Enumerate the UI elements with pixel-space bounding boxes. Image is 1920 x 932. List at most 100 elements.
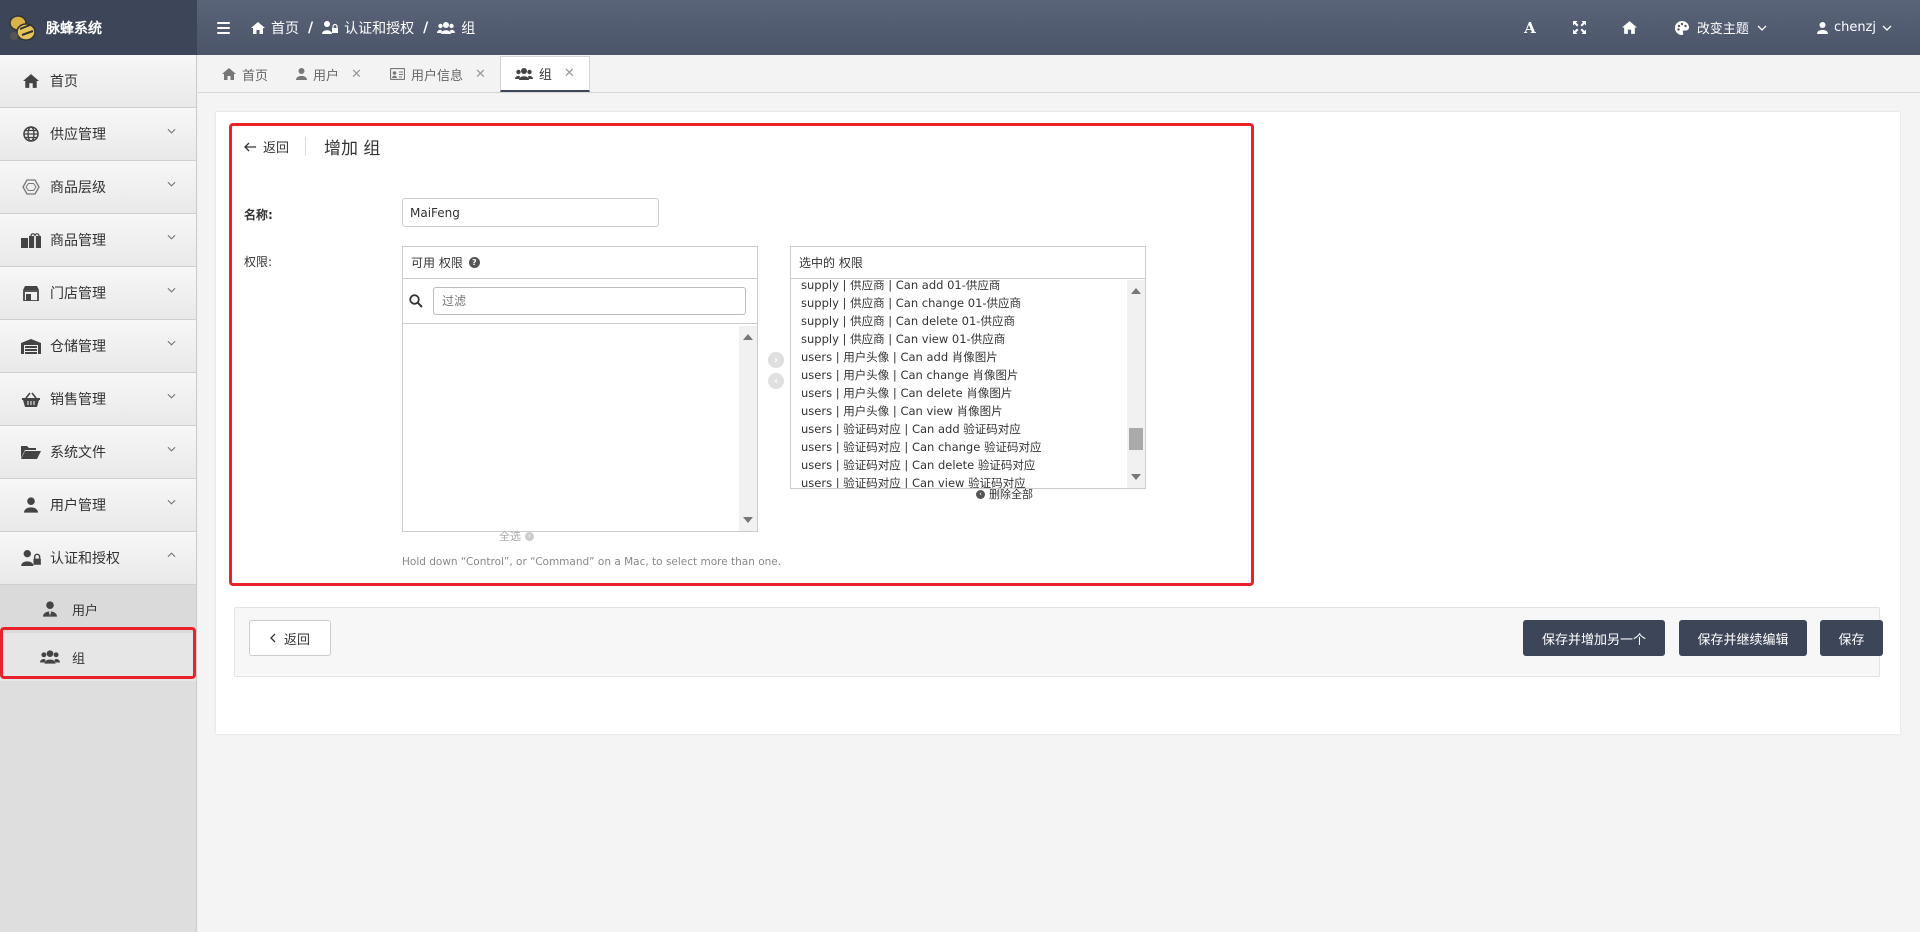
sidebar-item-product-level[interactable]: 商品层级 bbox=[0, 161, 196, 214]
chevron-down-icon bbox=[167, 181, 176, 187]
breadcrumb-group: 组 bbox=[437, 18, 475, 38]
form-actions: 返回 保存并增加另一个 保存并继续编辑 保存 bbox=[234, 607, 1883, 677]
list-item[interactable]: users | 验证码对应 | Can change 验证码对应 bbox=[801, 438, 1127, 456]
bee-logo bbox=[9, 14, 36, 41]
remove-all-link[interactable]: ‹ 删除全部 bbox=[976, 486, 1033, 502]
list-item[interactable]: supply | 供应商 | Can view 01-供应商 bbox=[801, 330, 1127, 348]
chevron-down-icon bbox=[1757, 25, 1767, 31]
tab-groups[interactable]: 组 ✕ bbox=[499, 56, 590, 92]
user-icon bbox=[1816, 21, 1828, 34]
save-and-add-button[interactable]: 保存并增加另一个 bbox=[1523, 620, 1665, 656]
list-item[interactable]: users | 验证码对应 | Can view 验证码对应 bbox=[801, 474, 1127, 488]
list-item[interactable]: supply | 供应商 | Can delete 01-供应商 bbox=[801, 312, 1127, 330]
gifts-icon bbox=[20, 232, 42, 248]
tab-home[interactable]: 首页 bbox=[208, 56, 282, 92]
chevron-up-icon bbox=[167, 552, 176, 558]
name-input[interactable] bbox=[402, 198, 659, 227]
chosen-scrollbar[interactable] bbox=[1127, 280, 1145, 488]
available-permissions-box: 可用 权限 ? bbox=[402, 246, 758, 532]
breadcrumb-home[interactable]: 首页 bbox=[251, 18, 299, 38]
close-icon[interactable]: ✕ bbox=[475, 67, 486, 82]
fullscreen-icon[interactable] bbox=[1555, 21, 1605, 34]
help-icon[interactable]: ? bbox=[468, 257, 480, 268]
brand-name: 脉蜂系统 bbox=[46, 20, 102, 37]
chevron-down-icon bbox=[167, 128, 176, 134]
available-permissions-list[interactable] bbox=[403, 326, 739, 531]
filter-row bbox=[403, 279, 757, 324]
search-icon bbox=[409, 294, 423, 308]
list-item[interactable]: users | 用户头像 | Can view 肖像图片 bbox=[801, 402, 1127, 420]
close-icon[interactable]: ✕ bbox=[351, 67, 362, 82]
tab-user-info[interactable]: 用户信息 ✕ bbox=[376, 56, 500, 92]
home-shortcut-icon[interactable] bbox=[1605, 21, 1655, 34]
list-item[interactable]: supply | 供应商 | Can change 01-供应商 bbox=[801, 294, 1127, 312]
users-icon bbox=[40, 650, 60, 664]
sidebar-item-user-management[interactable]: 用户管理 bbox=[0, 479, 196, 532]
page-title: 增加 组 bbox=[324, 139, 381, 159]
chevron-down-icon bbox=[167, 446, 176, 452]
header: 首页 / 认证和授权 / 组 A 改变主题 chenzj bbox=[197, 0, 1920, 55]
chevron-down-icon bbox=[167, 499, 176, 505]
chevron-left-icon bbox=[270, 633, 276, 643]
save-and-continue-button[interactable]: 保存并继续编辑 bbox=[1679, 620, 1807, 656]
tab-users[interactable]: 用户 ✕ bbox=[282, 56, 376, 92]
circle-arrow-right-icon: › bbox=[525, 531, 534, 541]
chevron-down-icon bbox=[167, 287, 176, 293]
users-icon bbox=[437, 21, 456, 34]
back-link[interactable]: 返回 bbox=[244, 137, 307, 156]
arrow-left-icon bbox=[244, 142, 256, 151]
available-permissions-header: 可用 权限 ? bbox=[403, 247, 757, 279]
theme-switcher[interactable]: 改变主题 bbox=[1674, 18, 1767, 37]
store-icon bbox=[20, 285, 42, 301]
choose-all-link[interactable]: 全选 › bbox=[499, 528, 534, 544]
sidebar-item-auth[interactable]: 认证和授权 bbox=[0, 532, 196, 585]
list-item[interactable]: users | 用户头像 | Can change 肖像图片 bbox=[801, 366, 1127, 384]
available-scrollbar[interactable] bbox=[739, 326, 757, 531]
sidebar-item-system-files[interactable]: 系统文件 bbox=[0, 426, 196, 479]
list-item[interactable]: users | 验证码对应 | Can add 验证码对应 bbox=[801, 420, 1127, 438]
remove-arrow-icon[interactable]: ‹ bbox=[768, 373, 784, 389]
palette-icon bbox=[1674, 20, 1689, 35]
menu-toggle-icon[interactable] bbox=[217, 21, 237, 34]
home-icon bbox=[20, 74, 42, 88]
sidebar-subitem-users[interactable]: 用户 bbox=[0, 585, 196, 633]
user-icon bbox=[296, 68, 308, 80]
users-icon bbox=[514, 67, 533, 80]
chevron-down-icon bbox=[167, 234, 176, 240]
form-header: 返回 增加 组 bbox=[244, 134, 380, 159]
sidebar-item-store[interactable]: 门店管理 bbox=[0, 267, 196, 320]
list-item[interactable]: users | 用户头像 | Can add 肖像图片 bbox=[801, 348, 1127, 366]
sidebar-item-supply[interactable]: 供应管理 bbox=[0, 108, 196, 161]
user-tie-icon bbox=[40, 601, 60, 617]
back-button[interactable]: 返回 bbox=[249, 620, 331, 656]
list-item[interactable]: users | 验证码对应 | Can delete 验证码对应 bbox=[801, 456, 1127, 474]
tab-bar: 首页 用户 ✕ 用户信息 ✕ 组 ✕ bbox=[198, 55, 1920, 93]
sidebar: 首页 供应管理 商品层级 商品管理 门店管理 仓储管理 销售管理 系统文件 用户… bbox=[0, 55, 197, 932]
warehouse-icon bbox=[20, 338, 42, 354]
sidebar-item-product[interactable]: 商品管理 bbox=[0, 214, 196, 267]
save-button[interactable]: 保存 bbox=[1820, 620, 1883, 656]
list-item[interactable]: supply | 供应商 | Can add 01-供应商 bbox=[801, 280, 1127, 294]
sidebar-item-sales[interactable]: 销售管理 bbox=[0, 373, 196, 426]
chosen-permissions-header: 选中的 权限 bbox=[791, 247, 1145, 279]
sidebar-item-warehouse[interactable]: 仓储管理 bbox=[0, 320, 196, 373]
sidebar-subitem-groups[interactable]: 组 bbox=[0, 633, 196, 681]
filter-input[interactable] bbox=[433, 287, 746, 315]
form-panel: 返回 增加 组 名称: 权限: 可用 权限 ? › ‹ bbox=[216, 112, 1900, 734]
name-label: 名称: bbox=[244, 208, 273, 222]
breadcrumb-auth[interactable]: 认证和授权 bbox=[322, 18, 414, 38]
folder-open-icon bbox=[20, 445, 42, 459]
circle-arrow-left-icon: ‹ bbox=[976, 489, 985, 499]
main-content: 返回 增加 组 名称: 权限: 可用 权限 ? › ‹ bbox=[198, 94, 1920, 932]
sidebar-item-home[interactable]: 首页 bbox=[0, 55, 196, 108]
user-lock-icon bbox=[322, 21, 339, 34]
user-menu[interactable]: chenzj bbox=[1816, 20, 1892, 35]
list-item[interactable]: users | 用户头像 | Can delete 肖像图片 bbox=[801, 384, 1127, 402]
permissions-label: 权限: bbox=[244, 255, 273, 269]
close-icon[interactable]: ✕ bbox=[564, 66, 575, 81]
choose-arrow-icon[interactable]: › bbox=[768, 352, 784, 368]
user-icon bbox=[20, 497, 42, 513]
chosen-permissions-list[interactable]: supply | 供应商 | Can add 01-供应商 supply | 供… bbox=[791, 280, 1127, 488]
font-size-icon[interactable]: A bbox=[1505, 19, 1555, 37]
brand[interactable]: 脉蜂系统 bbox=[0, 0, 197, 55]
